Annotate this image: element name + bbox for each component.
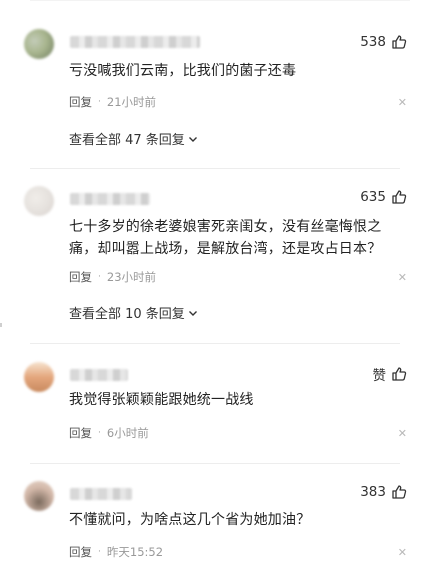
like-count: 635 (360, 189, 386, 205)
timestamp: 6小时前 (106, 426, 149, 440)
thumbs-up-icon (392, 367, 407, 381)
separator-dot: · (98, 97, 101, 107)
username-blurred[interactable] (70, 369, 128, 381)
comment-meta: 回复 · 6小时前 (69, 425, 149, 441)
chevron-down-icon (188, 310, 197, 316)
close-icon[interactable]: ✕ (398, 546, 407, 559)
like-button[interactable]: 635 (360, 189, 407, 205)
separator-dot: · (98, 547, 101, 557)
like-count: 538 (360, 34, 386, 50)
username-blurred[interactable] (70, 488, 132, 500)
avatar[interactable] (24, 481, 54, 511)
like-button[interactable]: 538 (360, 34, 407, 50)
edge-marker (0, 323, 2, 327)
avatar[interactable] (24, 186, 54, 216)
reply-button[interactable]: 回复 (69, 269, 92, 285)
avatar[interactable] (24, 29, 54, 59)
reply-button[interactable]: 回复 (69, 544, 92, 560)
timestamp: 23小时前 (106, 270, 157, 284)
avatar[interactable] (24, 362, 54, 392)
comment-meta: 回复 · 23小时前 (69, 269, 156, 285)
username-blurred[interactable] (70, 36, 200, 48)
timestamp: 昨天15:52 (106, 545, 164, 559)
separator-dot: · (98, 272, 101, 282)
thumbs-up-icon (392, 35, 407, 49)
thumbs-up-icon (392, 190, 407, 204)
comment-text: 亏没喊我们云南，比我们的菌子还毒 (69, 63, 297, 79)
comment-divider (30, 463, 400, 464)
view-more-label: 查看全部 47 条回复 (69, 133, 185, 148)
thumbs-up-icon (392, 485, 407, 499)
top-divider (30, 0, 410, 1)
view-more-replies[interactable]: 查看全部 47 条回复 (69, 129, 198, 148)
comment-text: 不懂就问，为啥点这几个省为她加油？ (69, 512, 311, 528)
like-button[interactable]: 赞 (373, 364, 408, 384)
close-icon[interactable]: ✕ (398, 96, 407, 109)
like-count: 赞 (372, 368, 387, 384)
timestamp: 21小时前 (106, 95, 157, 109)
reply-button[interactable]: 回复 (69, 94, 92, 110)
comment-divider (30, 168, 400, 169)
comment-meta: 回复 · 昨天15:52 (69, 544, 163, 560)
comment-divider (30, 343, 400, 344)
chevron-down-icon (188, 136, 197, 142)
view-more-replies[interactable]: 查看全部 10 条回复 (69, 303, 198, 322)
reply-button[interactable]: 回复 (69, 425, 92, 441)
view-more-label: 查看全部 10 条回复 (69, 307, 185, 322)
like-count: 383 (360, 484, 386, 500)
separator-dot: · (98, 428, 101, 438)
like-button[interactable]: 383 (360, 484, 407, 500)
comment-meta: 回复 · 21小时前 (69, 94, 156, 110)
comment-text: 七十多岁的徐老婆娘害死亲闺女，没有丝毫悔恨之痛，却叫嚣上战场，是解放台湾，还是攻… (69, 219, 382, 257)
username-blurred[interactable] (70, 193, 150, 205)
close-icon[interactable]: ✕ (398, 427, 407, 440)
comment-text: 我觉得张颖颖能跟她统一战线 (69, 392, 254, 408)
close-icon[interactable]: ✕ (398, 271, 407, 284)
